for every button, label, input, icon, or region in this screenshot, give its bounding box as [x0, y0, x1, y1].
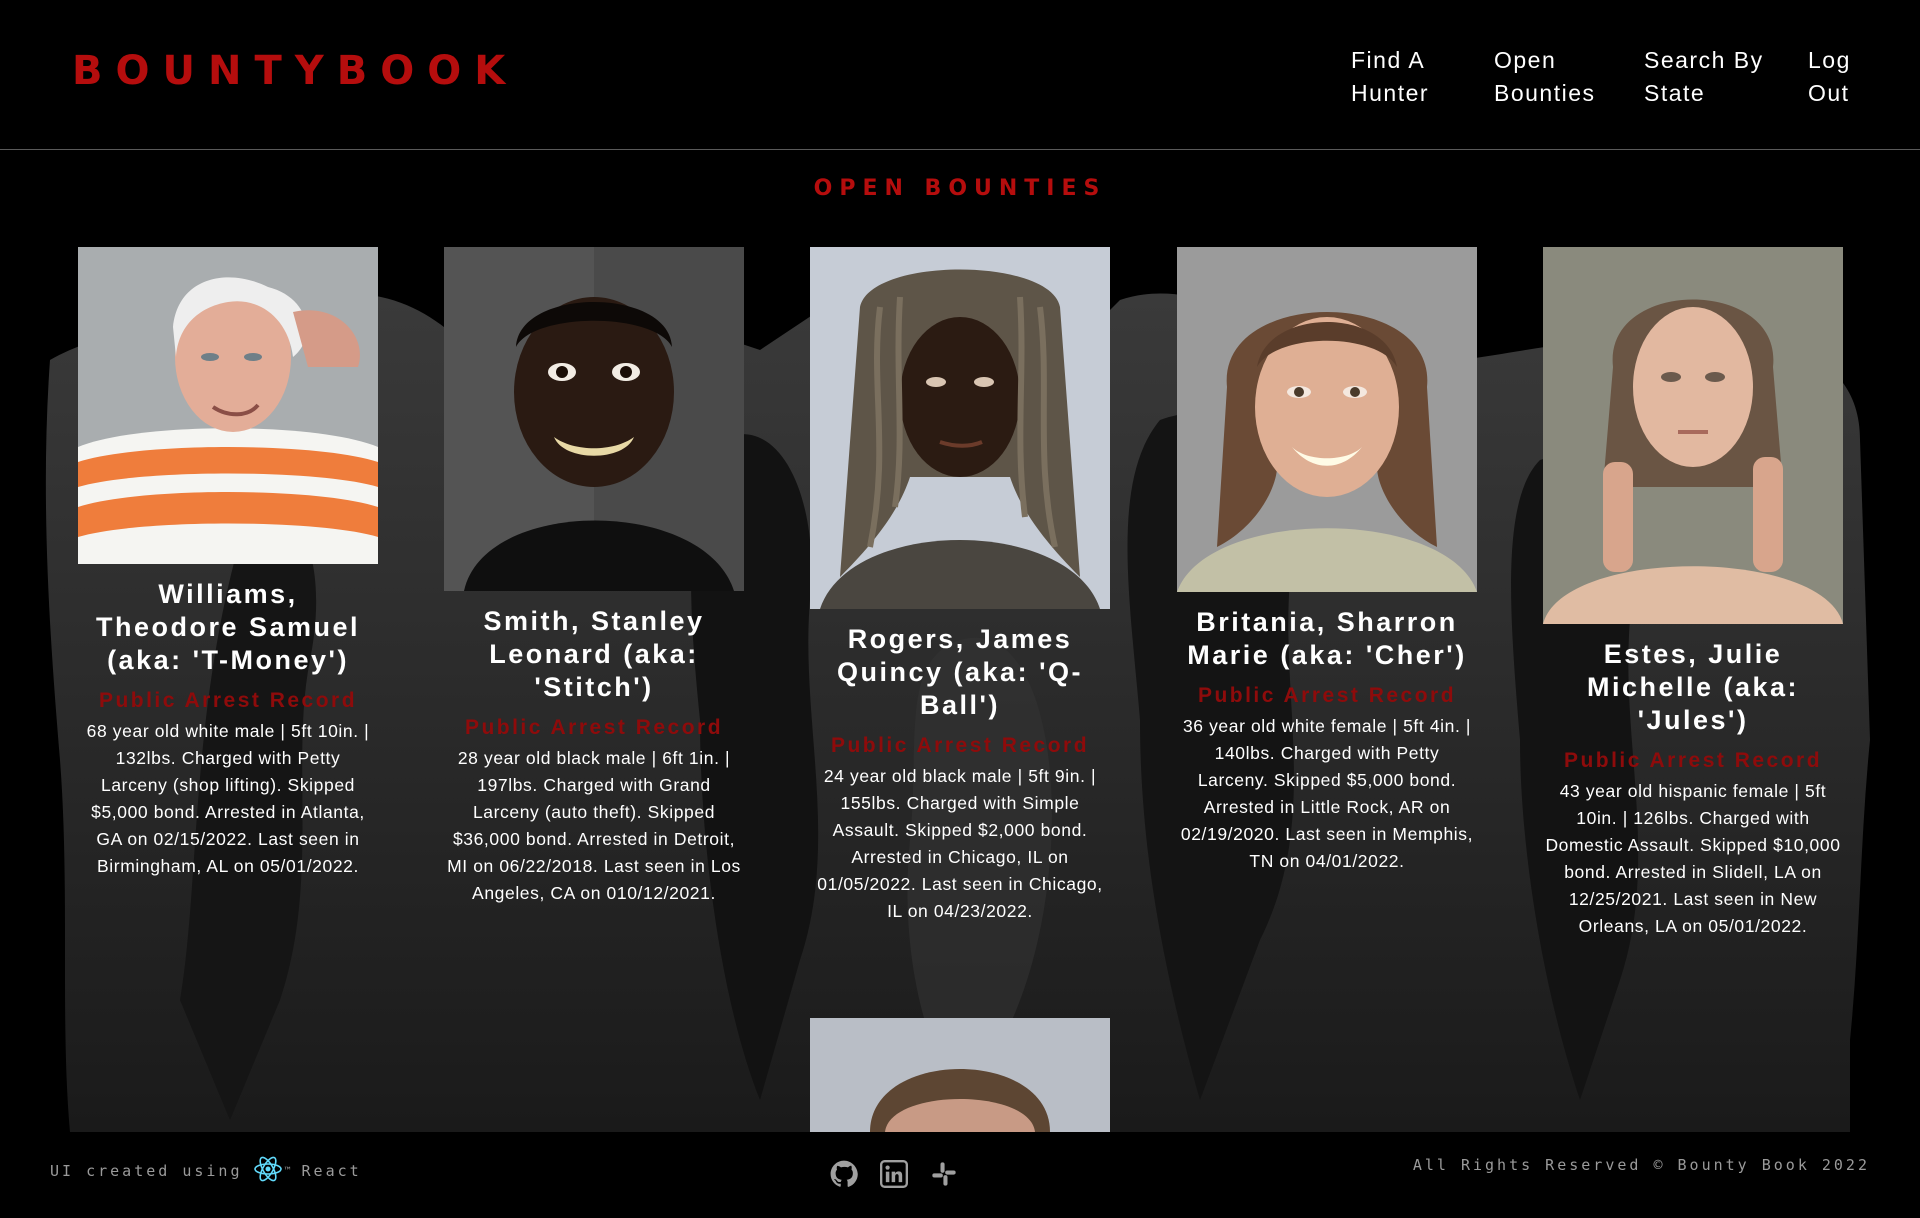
- slack-icon[interactable]: [930, 1160, 958, 1188]
- bounty-card[interactable]: Rogers, James Quincy (aka: 'Q-Ball') Pub…: [810, 247, 1110, 925]
- nav-open-bounties[interactable]: Open Bounties: [1494, 44, 1644, 110]
- bounty-card[interactable]: Williams, Theodore Samuel (aka: 'T-Money…: [78, 247, 378, 880]
- github-icon[interactable]: [830, 1160, 858, 1188]
- logo[interactable]: BOUNTYBOOK: [72, 48, 518, 94]
- public-arrest-record-link[interactable]: Public Arrest Record: [1177, 684, 1477, 708]
- mugshot-photo[interactable]: [1543, 247, 1843, 624]
- fugitive-description: 36 year old white female | 5ft 4in. | 14…: [1180, 716, 1474, 871]
- fugitive-name: Britania, Sharron Marie (aka: 'Cher'): [1187, 607, 1467, 670]
- credit-react-text: React: [301, 1162, 362, 1180]
- bounty-card[interactable]: Smith, Stanley Leonard (aka: 'Stitch') P…: [444, 247, 744, 907]
- nav-label-line1: Log: [1808, 47, 1851, 73]
- nav-find-a-hunter[interactable]: Find A Hunter: [1351, 44, 1494, 110]
- trademark-symbol: ™: [284, 1165, 294, 1177]
- public-arrest-record-link[interactable]: Public Arrest Record: [444, 716, 744, 740]
- nav-label-line2: Out: [1808, 80, 1850, 106]
- fugitive-description: 24 year old black male | 5ft 9in. | 155l…: [817, 766, 1103, 921]
- bounty-card[interactable]: Estes, Julie Michelle (aka: 'Jules') Pub…: [1543, 247, 1843, 940]
- nav-label-line1: Search By: [1644, 47, 1764, 73]
- fugitive-description: 28 year old black male | 6ft 1in. | 197l…: [447, 748, 741, 903]
- linkedin-icon[interactable]: [880, 1160, 908, 1188]
- mugshot-photo[interactable]: [444, 247, 744, 591]
- footer: UI created using ™ React All Rights Rese…: [0, 1132, 1920, 1218]
- public-arrest-record-link[interactable]: Public Arrest Record: [1543, 749, 1843, 773]
- copyright-text: All Rights Reserved © Bounty Book 2022: [1412, 1156, 1870, 1174]
- social-links: [830, 1160, 958, 1188]
- bounty-card[interactable]: [810, 1018, 1110, 1132]
- nav-label-line2: Hunter: [1351, 80, 1430, 106]
- ui-credit: UI created using ™ React: [50, 1154, 362, 1188]
- fugitive-description: 68 year old white male | 5ft 10in. | 132…: [86, 721, 370, 876]
- public-arrest-record-link[interactable]: Public Arrest Record: [810, 734, 1110, 758]
- fugitive-name: Williams, Theodore Samuel (aka: 'T-Money…: [95, 579, 361, 675]
- nav-log-out[interactable]: Log Out: [1808, 44, 1858, 110]
- mugshot-photo[interactable]: [78, 247, 378, 564]
- react-icon: [253, 1154, 283, 1188]
- fugitive-name: Smith, Stanley Leonard (aka: 'Stitch'): [483, 606, 705, 702]
- nav-label-line1: Open: [1494, 47, 1557, 73]
- nav-label-line2: Bounties: [1494, 80, 1596, 106]
- main-nav: Find A Hunter Open Bounties Search By St…: [1351, 44, 1858, 110]
- mugshot-photo[interactable]: [810, 247, 1110, 609]
- fugitive-name: Rogers, James Quincy (aka: 'Q-Ball'): [837, 624, 1083, 720]
- nav-label-line2: State: [1644, 80, 1706, 106]
- nav-search-by-state[interactable]: Search By State: [1644, 44, 1808, 110]
- mugshot-photo[interactable]: [810, 1018, 1110, 1132]
- header: BOUNTYBOOK Find A Hunter Open Bounties S…: [0, 0, 1920, 150]
- fugitive-description: 43 year old hispanic female | 5ft 10in. …: [1545, 781, 1841, 936]
- open-bounties-section: OPEN BOUNTIES Williams, Theodore Samuel …: [0, 150, 1920, 1132]
- mugshot-photo[interactable]: [1177, 247, 1477, 592]
- credit-text: UI created using: [50, 1162, 243, 1180]
- section-title: OPEN BOUNTIES: [813, 176, 1107, 201]
- fugitive-name: Estes, Julie Michelle (aka: 'Jules'): [1586, 639, 1800, 735]
- public-arrest-record-link[interactable]: Public Arrest Record: [78, 689, 378, 713]
- bounty-card[interactable]: Britania, Sharron Marie (aka: 'Cher') Pu…: [1177, 247, 1477, 875]
- nav-label-line1: Find A: [1351, 47, 1426, 73]
